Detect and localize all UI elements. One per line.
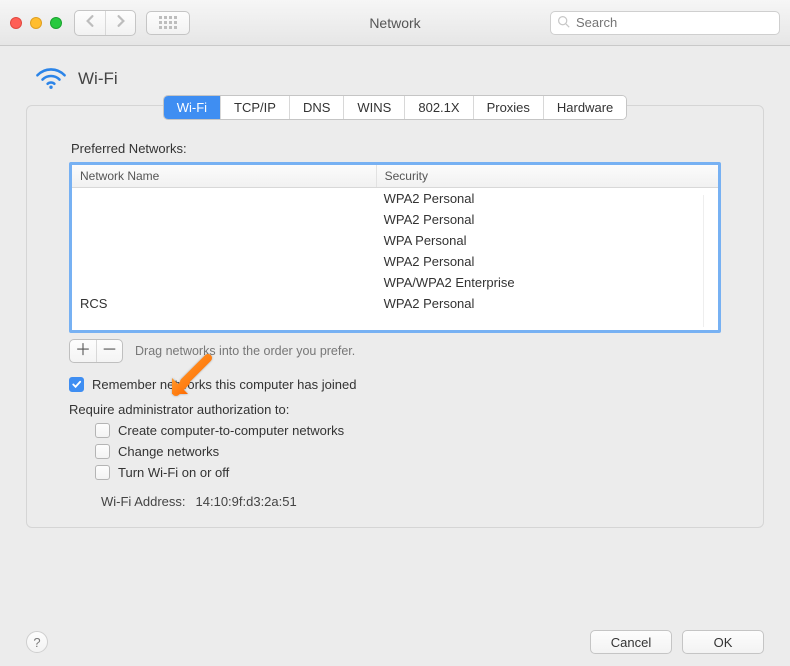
table-row[interactable]: WPA2 Personal — [72, 188, 718, 209]
remember-networks-checkbox[interactable] — [69, 377, 84, 392]
col-network-name[interactable]: Network Name — [72, 165, 376, 187]
cancel-button[interactable]: Cancel — [590, 630, 672, 654]
search-field[interactable] — [550, 11, 780, 35]
wifi-address-label: Wi-Fi Address: — [101, 494, 186, 509]
table-row[interactable]: WPA/WPA2 Enterprise — [72, 272, 718, 293]
zoom-window-button[interactable] — [50, 17, 62, 29]
table-row[interactable]: RCS WPA2 Personal — [72, 293, 718, 314]
auth-heading: Require administrator authorization to: — [69, 402, 721, 417]
tab-hardware[interactable]: Hardware — [543, 96, 626, 119]
tab-wins[interactable]: WINS — [343, 96, 404, 119]
table-row[interactable]: WPA2 Personal — [72, 251, 718, 272]
auth-toggle-wifi-label: Turn Wi-Fi on or off — [118, 465, 229, 480]
auth-create-network-checkbox[interactable] — [95, 423, 110, 438]
wifi-address-value: 14:10:9f:d3:2a:51 — [196, 494, 297, 509]
tab-wifi[interactable]: Wi-Fi — [164, 96, 220, 119]
content-area: Wi-Fi Wi-Fi TCP/IP DNS WINS 802.1X Proxi… — [0, 46, 790, 528]
tab-bar: Wi-Fi TCP/IP DNS WINS 802.1X Proxies Har… — [163, 95, 628, 120]
remember-networks-label: Remember networks this computer has join… — [92, 377, 356, 392]
auth-create-network-label: Create computer-to-computer networks — [118, 423, 344, 438]
show-all-prefs-button[interactable] — [146, 11, 190, 35]
help-button[interactable]: ? — [26, 631, 48, 653]
preferred-networks-label: Preferred Networks: — [71, 141, 721, 156]
table-row[interactable]: WPA2 Personal — [72, 209, 718, 230]
col-security[interactable]: Security — [376, 165, 718, 187]
forward-button[interactable] — [105, 11, 135, 35]
tab-dns[interactable]: DNS — [289, 96, 343, 119]
auth-change-network-label: Change networks — [118, 444, 219, 459]
search-icon — [557, 15, 570, 31]
wifi-icon — [34, 64, 68, 93]
nav-back-forward — [74, 10, 136, 36]
vertical-scrollbar[interactable] — [703, 195, 715, 327]
drag-hint: Drag networks into the order you prefer. — [135, 344, 355, 358]
auth-change-network-checkbox[interactable] — [95, 444, 110, 459]
footer: ? Cancel OK — [26, 630, 764, 654]
remove-network-button[interactable]: － — [96, 340, 122, 362]
titlebar: Network — [0, 0, 790, 46]
tab-8021x[interactable]: 802.1X — [404, 96, 472, 119]
search-input[interactable] — [576, 15, 773, 30]
ok-button[interactable]: OK — [682, 630, 764, 654]
tab-tcpip[interactable]: TCP/IP — [220, 96, 289, 119]
settings-panel: Wi-Fi TCP/IP DNS WINS 802.1X Proxies Har… — [26, 105, 764, 528]
table-body[interactable]: WPA2 Personal WPA2 Personal WPA Personal… — [72, 188, 718, 330]
grid-icon — [159, 16, 177, 29]
add-network-button[interactable]: ＋ — [70, 340, 96, 362]
table-header: Network Name Security — [72, 165, 718, 188]
tab-proxies[interactable]: Proxies — [473, 96, 543, 119]
table-row[interactable]: WPA Personal — [72, 230, 718, 251]
preferred-networks-table[interactable]: Network Name Security WPA2 Personal WPA2… — [69, 162, 721, 333]
add-remove-segment: ＋ － — [69, 339, 123, 363]
page-title: Wi-Fi — [78, 69, 118, 89]
auth-toggle-wifi-checkbox[interactable] — [95, 465, 110, 480]
back-button[interactable] — [75, 11, 105, 35]
minimize-window-button[interactable] — [30, 17, 42, 29]
window-controls — [10, 17, 62, 29]
close-window-button[interactable] — [10, 17, 22, 29]
